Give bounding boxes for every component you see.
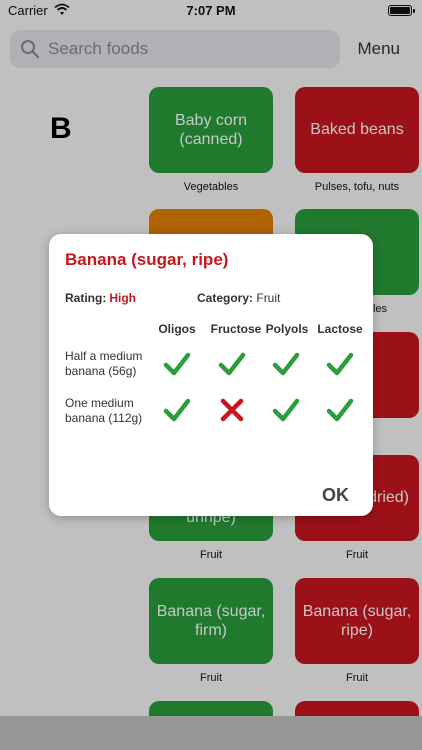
check-icon [163, 352, 191, 376]
category-label: Category: [197, 291, 254, 305]
check-icon [163, 398, 191, 422]
cross-icon [220, 398, 244, 422]
rating-label: Rating: [65, 291, 107, 305]
category-value: Fruit [256, 291, 281, 305]
check-icon [326, 352, 354, 376]
check-icon [272, 398, 300, 422]
serving-label-half: Half a medium banana (56g) [65, 349, 143, 378]
check-icon [272, 352, 300, 376]
category-row: Category: Fruit [197, 291, 280, 305]
rating-row: Rating: High [65, 291, 136, 305]
check-icon [218, 352, 246, 376]
column-header-fructose: Fructose [210, 322, 262, 336]
dialog-title: Banana (sugar, ripe) [65, 250, 229, 269]
serving-label-one: One medium banana (112g) [65, 396, 143, 425]
food-detail-dialog: Banana (sugar, ripe) Rating: High Categor… [49, 234, 373, 516]
column-header-oligos: Oligos [158, 322, 196, 336]
rating-value: High [109, 291, 136, 305]
ok-button[interactable]: OK [322, 485, 349, 506]
check-icon [326, 398, 354, 422]
column-header-polyols: Polyols [265, 322, 309, 336]
column-header-lactose: Lactose [317, 322, 363, 336]
